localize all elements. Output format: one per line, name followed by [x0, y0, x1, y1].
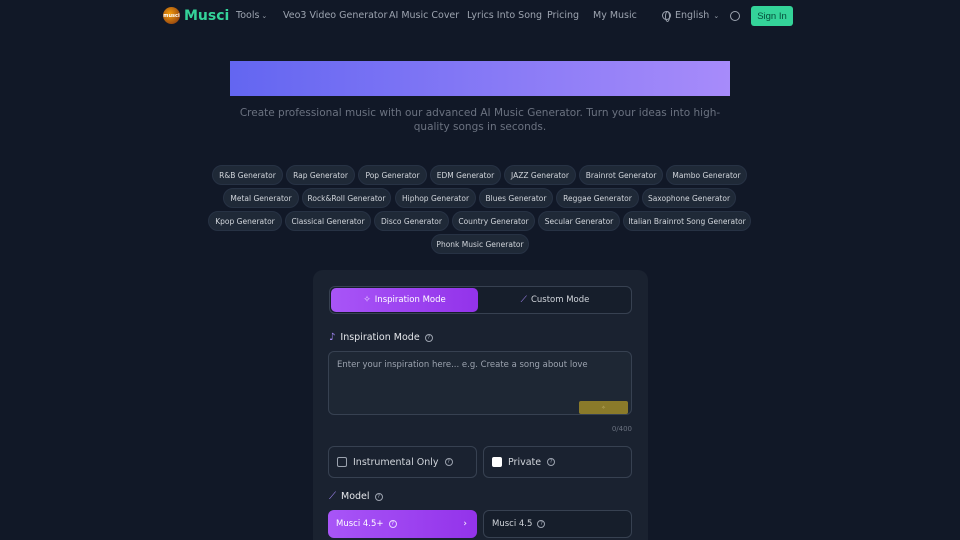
question-circle-icon[interactable]: ?: [547, 458, 556, 466]
hero-banner: [230, 61, 730, 96]
genre-pill[interactable]: EDM Generator: [430, 165, 501, 185]
genre-pill[interactable]: Saxophone Generator: [642, 188, 736, 208]
magic-wand-icon: ⟋: [329, 491, 336, 502]
nav-tools-label: Tools: [236, 10, 260, 21]
genre-pill[interactable]: Metal Generator: [223, 188, 299, 208]
model-section-heading: ⟋ Model ?: [329, 491, 383, 502]
logo-badge-icon: musci: [163, 7, 180, 24]
genre-pill[interactable]: Brainrot Generator: [579, 165, 663, 185]
logo[interactable]: musci Musci: [163, 7, 229, 24]
genre-pill[interactable]: Classical Generator: [285, 211, 371, 231]
genre-pill[interactable]: Country Generator: [452, 211, 535, 231]
nav-tools[interactable]: Tools ⌄: [236, 10, 267, 21]
genre-pill[interactable]: Reggae Generator: [556, 188, 639, 208]
inspiration-input-placeholder: Enter your inspiration here... e.g. Crea…: [337, 360, 588, 370]
model-active-label: Musci 4.5+: [336, 519, 384, 529]
sign-in-button[interactable]: Sign In: [751, 6, 793, 26]
inspiration-section-label: Inspiration Mode: [340, 332, 420, 343]
chevron-down-icon: ⌄: [713, 11, 720, 20]
custom-mode-tab[interactable]: ⟋ Custom Mode: [480, 288, 630, 312]
question-circle-icon[interactable]: ?: [444, 458, 453, 466]
genre-pill[interactable]: Hiphop Generator: [395, 188, 476, 208]
model-option[interactable]: Musci 4.5 ?: [483, 510, 632, 538]
question-circle-icon[interactable]: ?: [374, 492, 383, 501]
logo-text: Musci: [184, 7, 230, 24]
nav-lyrics-into-song[interactable]: Lyrics Into Song: [467, 10, 542, 21]
instrumental-only-label: Instrumental Only: [353, 456, 439, 468]
genre-pill[interactable]: Pop Generator: [358, 165, 427, 185]
language-label: English: [675, 10, 710, 21]
genre-pill[interactable]: Phonk Music Generator: [431, 234, 529, 254]
sun-icon[interactable]: [730, 11, 740, 21]
instrumental-only-toggle[interactable]: Instrumental Only ?: [328, 446, 477, 478]
globe-icon: [662, 11, 671, 22]
genre-pill[interactable]: Rock&Roll Generator: [302, 188, 391, 208]
checkbox-icon: [492, 457, 502, 467]
hero-subtitle: Create professional music with our advan…: [239, 107, 721, 133]
nav-my-music[interactable]: My Music: [593, 10, 637, 21]
nav-veo3-video-generator[interactable]: Veo3 Video Generator: [283, 10, 387, 21]
inspiration-section-heading: ♪ Inspiration Mode ?: [329, 332, 433, 343]
question-circle-icon[interactable]: ?: [388, 520, 397, 528]
custom-mode-label: Custom Mode: [530, 295, 590, 305]
sparkles-icon: ✧: [363, 295, 371, 305]
chevron-down-icon: ⌄: [261, 12, 268, 20]
genre-pill[interactable]: Italian Brainrot Song Generator: [623, 211, 751, 231]
question-circle-icon[interactable]: ?: [537, 520, 546, 528]
inspiration-mode-tab[interactable]: ✧ Inspiration Mode: [331, 288, 478, 312]
genre-pill[interactable]: Kpop Generator: [208, 211, 282, 231]
private-toggle[interactable]: Private ?: [483, 446, 632, 478]
nav-pricing[interactable]: Pricing: [547, 10, 579, 21]
model-label: Model: [341, 491, 370, 502]
sparkles-icon: ✧: [601, 404, 606, 411]
genre-pill[interactable]: Disco Generator: [374, 211, 449, 231]
genre-pill[interactable]: R&B Generator: [212, 165, 283, 185]
character-counter: 0/400: [611, 425, 632, 433]
chevron-right-icon: ›: [463, 519, 467, 529]
checkbox-icon: [337, 457, 347, 467]
model-other-label: Musci 4.5: [492, 519, 533, 529]
genre-pill[interactable]: Blues Generator: [479, 188, 553, 208]
nav-ai-music-cover[interactable]: AI Music Cover: [389, 10, 459, 21]
inspiration-mode-label: Inspiration Mode: [374, 295, 446, 305]
logo-badge-text: musci: [163, 12, 180, 19]
private-label: Private: [508, 456, 542, 468]
genre-pill[interactable]: Rap Generator: [286, 165, 355, 185]
magic-wand-icon: ⟋: [520, 295, 527, 305]
music-note-icon: ♪: [329, 332, 336, 343]
top-nav-bar: musci Musci Tools ⌄ Veo3 Video Generator …: [0, 0, 960, 33]
generate-button[interactable]: ✧: [579, 401, 628, 414]
genre-pill[interactable]: Mambo Generator: [666, 165, 747, 185]
question-circle-icon[interactable]: ?: [424, 333, 433, 342]
language-selector[interactable]: English ⌄: [662, 10, 720, 22]
model-option-active[interactable]: Musci 4.5+ ? ›: [328, 510, 477, 538]
genre-pill[interactable]: Secular Generator: [538, 211, 620, 231]
genre-pill[interactable]: JAZZ Generator: [504, 165, 576, 185]
